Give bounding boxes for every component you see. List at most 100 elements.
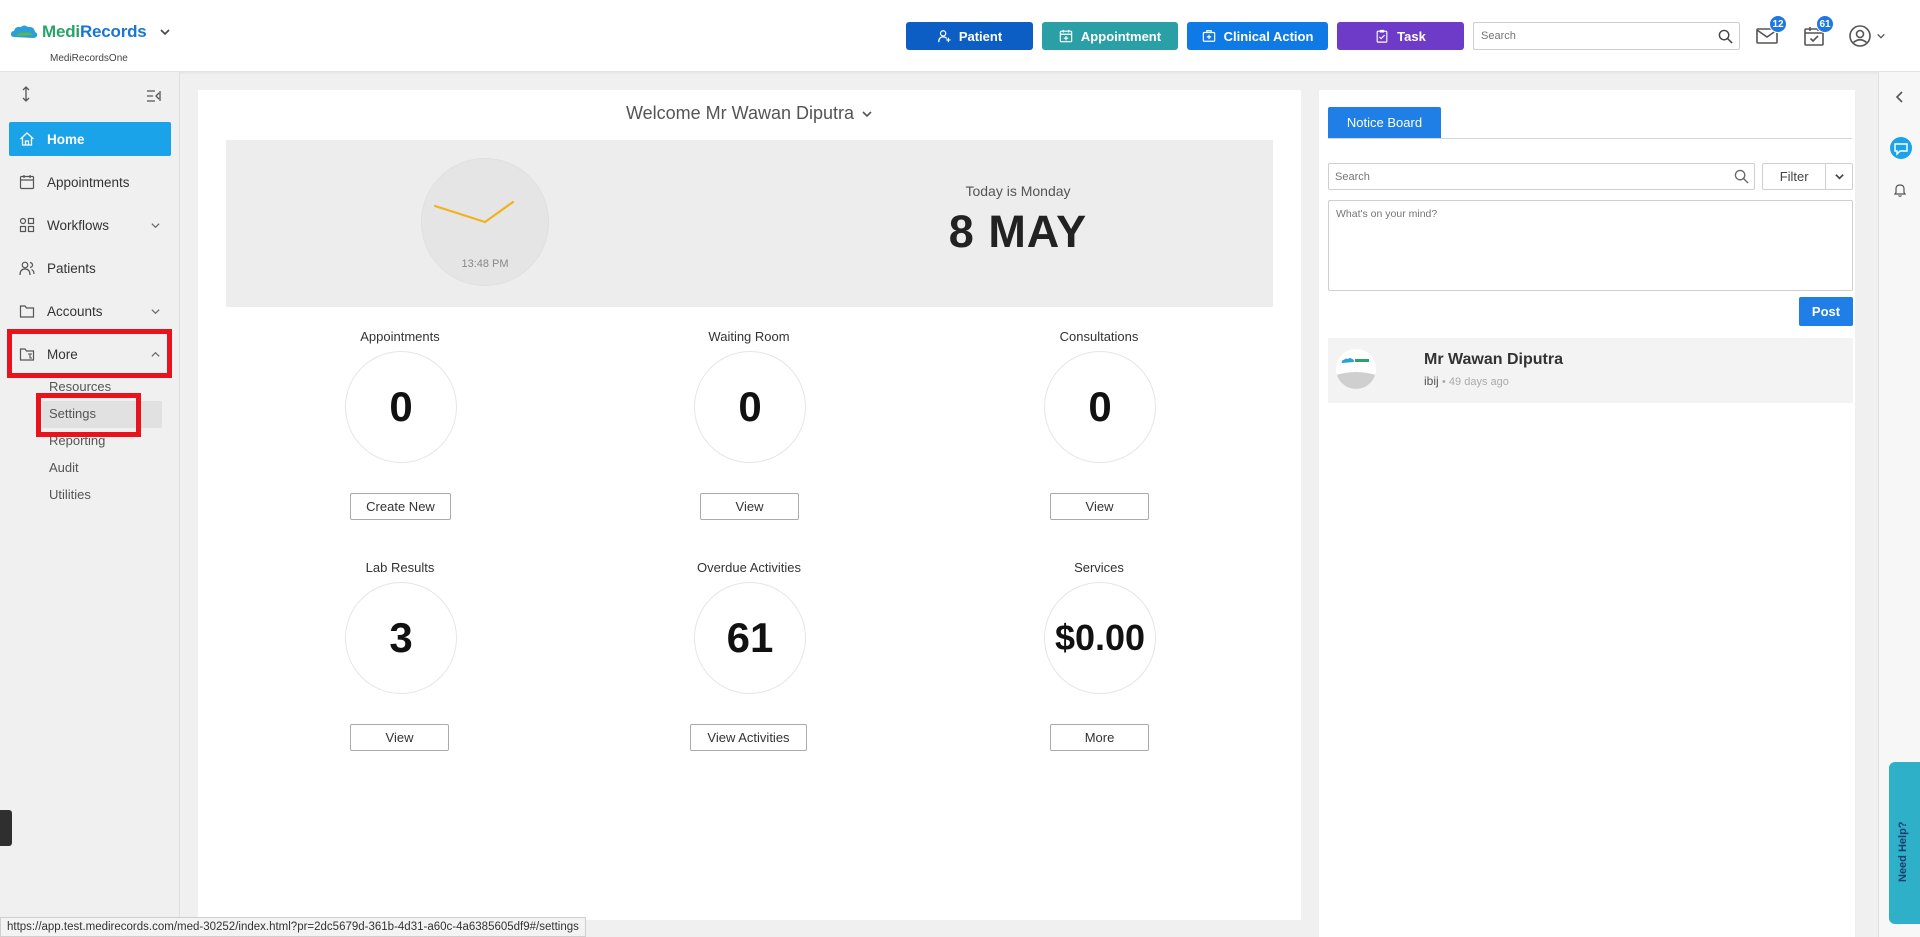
workflow-icon [19,217,35,233]
stat-value: 0 [694,351,806,463]
stat-label: Overdue Activities [696,560,802,575]
avatar [1336,349,1376,389]
notice-author: Mr Wawan Diputra [1424,351,1563,368]
clinical-action-label: Clinical Action [1223,28,1314,44]
user-plus-icon [937,30,951,43]
chevron-down-icon [151,223,160,229]
filter-dropdown-toggle[interactable] [1826,164,1852,189]
tasks-badge: 61 [1816,15,1834,33]
sidebar: Home Appointments Workflows Patients Acc… [0,72,180,937]
sidebar-subitem-utilities[interactable]: Utilities [49,487,91,502]
chevron-left-icon[interactable] [1893,90,1907,104]
sidebar-item-appointments[interactable]: Appointments [9,165,171,199]
stat-label: Consultations [1059,329,1139,344]
task-button-label: Task [1397,28,1426,44]
stat-value: 61 [694,582,806,694]
sidebar-tools [0,86,180,106]
clinic-logo-icon [1336,349,1376,389]
today-date: 8 MAY [948,206,1088,257]
stat-waiting-room: Waiting Room 0 View [619,329,879,559]
sidebar-item-workflows[interactable]: Workflows [9,208,171,242]
sidebar-subitem-reporting[interactable]: Reporting [49,433,105,448]
analog-clock: 13:48 PM [421,158,549,286]
notice-text: ibij [1424,374,1439,388]
folder-icon [19,305,35,318]
sidebar-item-label: Appointments [47,174,130,190]
filter-button[interactable]: Filter [1763,164,1827,189]
notice-search-input[interactable] [1329,164,1719,189]
today-label: Today is Monday [965,183,1071,199]
app-logo[interactable]: MediRecords [10,22,171,42]
stat-label: Lab Results [365,560,435,575]
tab-divider [1328,138,1852,139]
sidebar-item-label: Home [47,131,85,147]
collapse-sidebar-icon[interactable] [146,88,162,104]
need-help-label: Need Help? [1897,821,1909,882]
user-circle-icon [1849,25,1871,47]
stat-appointments: Appointments 0 Create New [270,329,530,559]
sidebar-item-patients[interactable]: Patients [9,251,171,285]
resize-vertical-icon[interactable] [18,86,34,102]
search-icon[interactable] [1718,29,1733,44]
chevron-down-icon [862,111,872,118]
clipboard-icon [1376,29,1388,43]
view-waiting-room-button[interactable]: View [700,493,799,520]
create-new-appointment-button[interactable]: Create New [350,493,451,520]
global-search [1473,22,1740,50]
chevron-down-icon [1877,33,1885,39]
chevron-down-icon [151,309,160,315]
medical-kit-icon [1202,30,1215,42]
stat-value: $0.00 [1044,582,1156,694]
sidebar-item-label: Patients [47,260,96,276]
sidebar-subitem-resources[interactable]: Resources [49,379,111,394]
sidebar-item-label: Accounts [47,303,103,319]
notice-entry[interactable]: Mr Wawan Diputra ibij • 49 days ago [1328,338,1853,403]
sidebar-item-label: More [47,346,78,362]
view-lab-results-button[interactable]: View [350,724,449,751]
sidebar-item-more[interactable]: More [9,337,171,371]
stat-value: 0 [1044,351,1156,463]
welcome-heading[interactable]: Welcome Mr Wawan Diputra [198,103,1301,124]
appointment-button-label: Appointment [1080,28,1162,44]
tasks-button[interactable]: 61 [1802,15,1834,48]
services-more-button[interactable]: More [1050,724,1149,751]
brand-name: MediRecords [42,22,147,41]
sidebar-item-home[interactable]: Home [9,122,171,156]
post-button[interactable]: Post [1799,297,1853,326]
chevron-up-icon [151,351,160,357]
bell-icon[interactable] [1892,182,1908,198]
new-patient-button[interactable]: Patient [906,22,1033,50]
view-consultations-button[interactable]: View [1050,493,1149,520]
chevron-down-icon [1834,174,1844,180]
dashboard-panel: Welcome Mr Wawan Diputra 13:48 PM Today … [198,90,1301,920]
user-menu[interactable] [1848,24,1888,48]
clinical-action-button[interactable]: Clinical Action [1187,22,1328,50]
clock-panel: 13:48 PM Today is Monday 8 MAY [226,140,1273,307]
calendar-plus-icon [1059,29,1073,43]
search-icon[interactable] [1734,169,1749,184]
sidebar-subitem-audit[interactable]: Audit [49,460,79,475]
sidebar-item-accounts[interactable]: Accounts [9,294,171,328]
global-search-input[interactable] [1474,23,1704,49]
post-textarea[interactable] [1328,200,1853,291]
users-icon [19,261,35,276]
need-help-tab[interactable]: Need Help? [1889,762,1920,924]
messages-button[interactable]: 12 [1755,15,1787,48]
calendar-icon [19,175,35,190]
chat-icon[interactable] [1889,136,1913,160]
new-task-button[interactable]: Task [1337,22,1464,50]
folder-tree-icon [19,348,35,361]
cloud-logo-icon [11,25,38,38]
tab-notice-board[interactable]: Notice Board [1328,107,1441,138]
sidebar-item-label: Workflows [47,217,110,233]
sidebar-subitem-settings[interactable]: Settings [49,406,96,421]
view-activities-button[interactable]: View Activities [690,724,807,751]
stat-lab-results: Lab Results 3 View [270,560,530,790]
top-header: MediRecords MediRecordsOne Patient Appoi… [0,0,1920,72]
new-appointment-button[interactable]: Appointment [1042,22,1178,50]
chevron-down-icon[interactable] [159,26,171,38]
stat-label: Waiting Room [708,329,790,344]
notice-board-panel: Notice Board Filter Post Mr Wawan Diputr… [1319,90,1855,937]
left-edge-tab[interactable] [0,810,12,846]
status-bar-url: https://app.test.medirecords.com/med-302… [0,917,586,937]
